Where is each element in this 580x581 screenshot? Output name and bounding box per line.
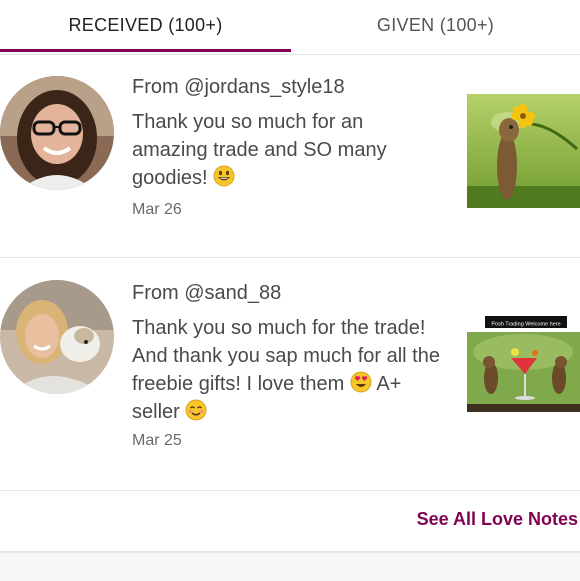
love-notes-tabs: RECEIVED (100+) GIVEN (100+) [0,0,580,55]
note-sender[interactable]: From @jordans_style18 [132,76,345,99]
love-note-item[interactable]: From @jordans_style18 Thank you so much … [0,54,580,258]
note-message: Thank you so much for the trade! And tha… [132,314,442,426]
note-date: Mar 26 [132,201,182,218]
message-text: Thank you so much for an amazing trade a… [132,111,387,189]
tab-given[interactable]: GIVEN (100+) [291,0,580,52]
active-tab-indicator [0,49,291,52]
listing-thumbnail[interactable] [467,94,580,208]
note-message: Thank you so much for an amazing trade a… [132,108,442,192]
tab-received[interactable]: RECEIVED (100+) [0,0,291,52]
thumbnail-caption: Posh Trading Welcome here [491,322,560,328]
love-note-item[interactable]: From @sand_88 Thank you so much for the … [0,258,580,491]
see-all-love-notes-link[interactable]: See All Love Notes [417,509,578,530]
avatar[interactable] [0,76,114,190]
note-sender[interactable]: From @sand_88 [132,282,281,305]
heart-eyes-emoji-icon [350,371,372,393]
listing-thumbnail[interactable]: Posh Trading Welcome here [467,312,580,426]
avatar[interactable] [0,280,114,394]
note-date: Mar 25 [132,432,182,449]
section-divider [0,552,580,581]
love-notes-footer: See All Love Notes [0,491,580,552]
smiley-emoji-icon [213,165,235,187]
blush-emoji-icon [185,399,207,421]
